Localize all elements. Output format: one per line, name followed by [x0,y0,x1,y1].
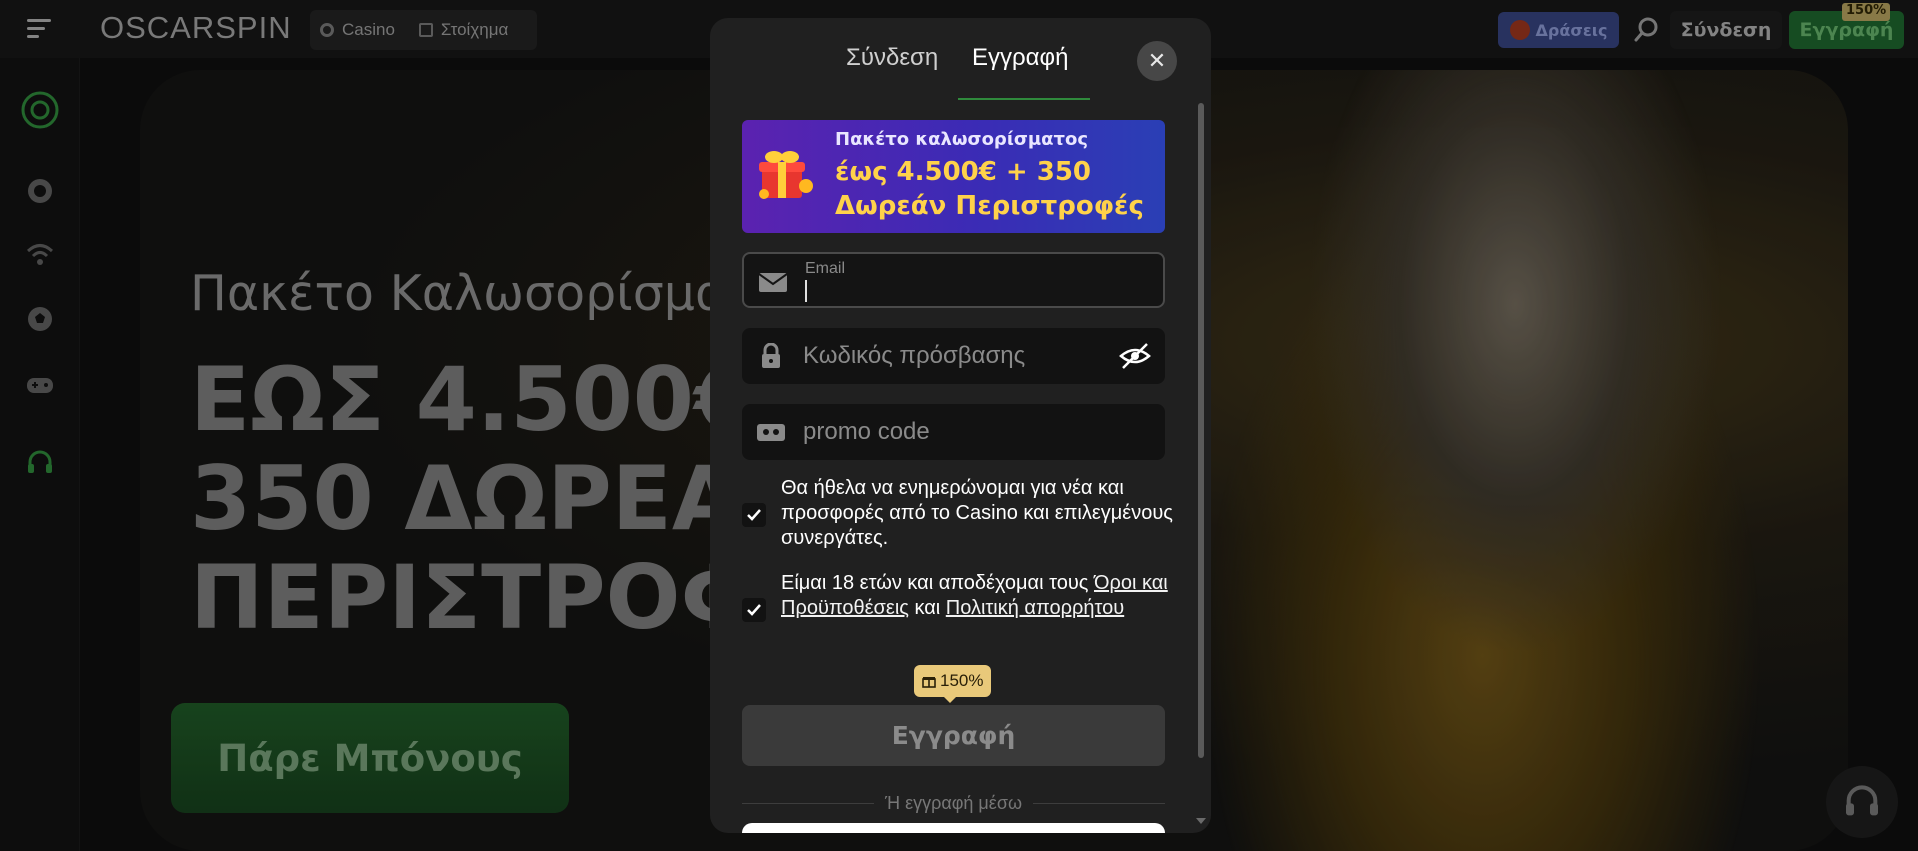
modal-scrollbar[interactable] [1198,103,1204,758]
gift-box-icon [759,151,813,199]
password-field[interactable]: Κωδικός πρόσβασης [742,328,1165,384]
hero-title: ΕΩΣ 4.500€ + 350 ΔΩΡΕΑΝ ΠΕΡΙΣΤΡΟΦΕΣ [190,350,710,647]
scroll-down-icon[interactable] [1196,818,1206,824]
registration-modal: Σύνδεση Εγγραφή ✕ Πακέτο καλωσορίσματος … [710,18,1211,833]
get-bonus-button[interactable]: Πάρε Μπόνους [171,703,569,813]
age-terms-checkbox[interactable] [742,598,766,622]
gamepad-icon[interactable] [25,370,55,400]
main-nav: Casino Στοίχημα [310,10,537,50]
support-chat-button[interactable] [1826,766,1898,838]
gift-icon [922,677,936,688]
nav-casino[interactable]: Casino [320,20,395,40]
promo-ticket-icon [757,424,785,441]
menu-icon[interactable] [27,19,53,39]
social-divider: Ή εγγραφή μέσω [742,793,1165,813]
live-icon[interactable] [25,240,55,270]
welcome-bonus-banner: Πακέτο καλωσορίσματος έως 4.500€ + 350 Δ… [742,120,1165,233]
newsletter-checkbox[interactable] [742,503,766,527]
register-submit-button[interactable]: Εγγραφή [742,705,1165,766]
hero-title-line: 350 ΔΩΡΕΑΝ [190,447,710,550]
hero-title-line: ΠΕΡΙΣΤΡΟΦΕΣ [190,546,710,647]
bonus-percent-label: 150% [940,671,984,690]
auth-tabs: Σύνδεση Εγγραφή [710,18,1211,103]
sidebar [0,58,80,851]
checkmark-icon [747,509,761,521]
sports-grid-icon [418,23,433,37]
email-field[interactable]: Email [742,252,1165,308]
email-label: Email [805,260,846,277]
support-headset-icon[interactable] [25,448,55,478]
privacy-link[interactable]: Πολιτική απορρήτου [946,597,1124,619]
bonus-banner-title: έως 4.500€ + 350 Δωρεάν Περιστροφές [835,157,1144,221]
checkmark-icon [747,604,761,616]
nav-sports[interactable]: Στοίχημα [418,20,509,40]
active-tab-indicator [958,98,1090,100]
hero-image [1190,70,1840,851]
hide-password-icon[interactable] [1118,339,1152,373]
promotions-button[interactable]: Δράσεις [1498,12,1619,48]
newsletter-consent: Θα ήθελα να ενημερώνομαι για νέα και προ… [742,476,1173,556]
promotions-label: Δράσεις [1535,20,1608,40]
age-terms-prefix: Είμαι 18 ετών και αποδέχομαι τους [781,572,1094,594]
sports-ball-icon[interactable] [25,304,55,334]
lock-icon [762,343,780,368]
nav-casino-label: Casino [342,20,395,39]
promo-code-placeholder: promo code [803,418,930,445]
login-button[interactable]: Σύνδεση [1670,11,1782,49]
site-logo[interactable]: OSCARSPIN [100,10,292,46]
age-terms-and: και [908,597,946,619]
hero-title-line: ΕΩΣ 4.500€ + [190,350,710,451]
age-terms-text: Είμαι 18 ετών και αποδέχομαι τους Όροι κ… [781,571,1176,621]
text-caret [805,280,807,302]
tab-register[interactable]: Εγγραφή [972,44,1068,72]
social-signup-button[interactable] [742,823,1165,833]
bonus-banner-subtitle: Πακέτο καλωσορίσματος [835,129,1088,150]
casino-chip-icon[interactable] [25,176,55,206]
nav-sports-label: Στοίχημα [440,20,509,39]
promo-code-field[interactable]: promo code [742,404,1165,460]
promotions-icon [1509,20,1530,40]
tab-login[interactable]: Σύνδεση [846,44,938,72]
oscar-logo-icon[interactable] [20,90,60,130]
casino-chip-icon [320,23,334,37]
close-icon: ✕ [1147,48,1167,74]
register-bonus-badge: 150% [1842,3,1891,21]
envelope-icon [758,273,788,292]
headset-icon [1846,785,1878,816]
search-icon[interactable] [1633,15,1661,43]
password-placeholder: Κωδικός πρόσβασης [803,342,1026,369]
close-button[interactable]: ✕ [1137,41,1177,81]
bonus-percent-tag: 150% [914,665,992,703]
newsletter-text: Θα ήθελα να ενημερώνομαι για νέα και προ… [781,477,1173,549]
age-terms-consent: Είμαι 18 ετών και αποδέχομαι τους Όροι κ… [742,571,1172,651]
